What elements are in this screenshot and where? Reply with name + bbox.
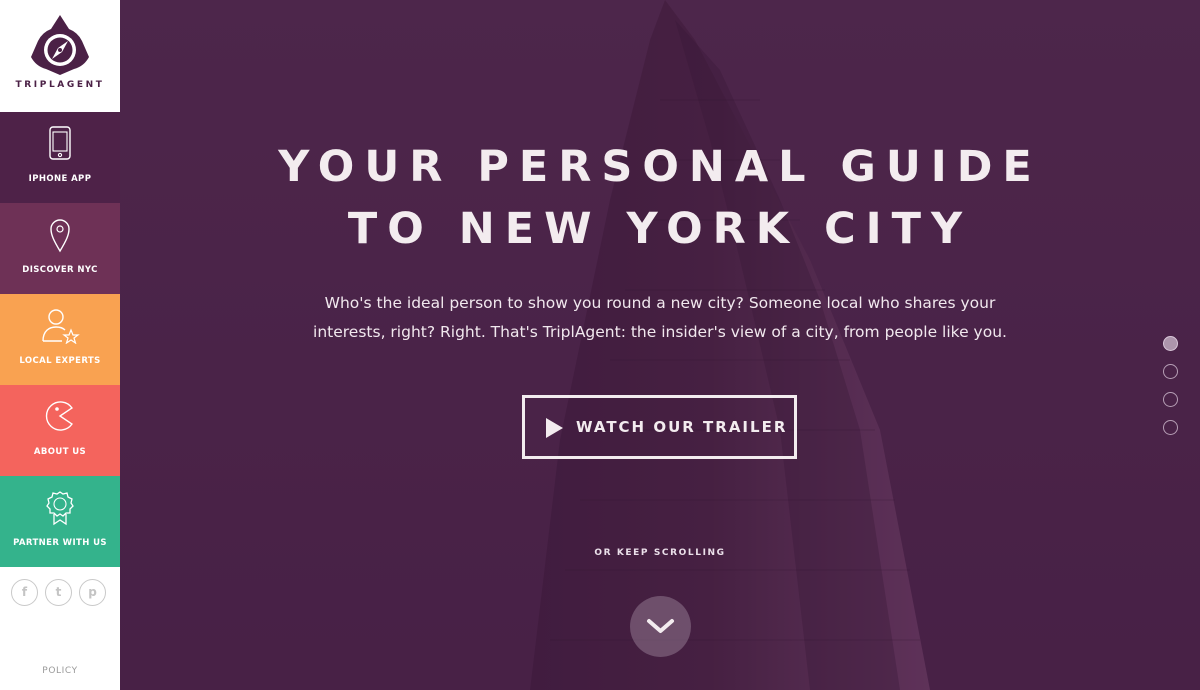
twitter-icon[interactable]: t <box>45 579 72 606</box>
nav-label: IPHONE APP <box>28 174 92 184</box>
watch-trailer-button[interactable]: WATCH OUR TRAILER <box>522 395 797 459</box>
logo[interactable]: TRIPLAGENT <box>0 0 120 112</box>
pagination-dot-3[interactable] <box>1163 392 1178 407</box>
pagination-dot-2[interactable] <box>1163 364 1178 379</box>
scroll-down-button[interactable] <box>630 596 691 657</box>
pinterest-icon[interactable]: p <box>79 579 106 606</box>
nav-item-local-experts[interactable]: LOCAL EXPERTS <box>0 294 120 385</box>
nav-label: ABOUT US <box>33 447 87 457</box>
compass-logo-icon <box>31 15 89 75</box>
nav-label: LOCAL EXPERTS <box>19 356 101 366</box>
facebook-icon[interactable]: f <box>11 579 38 606</box>
nav-item-iphone-app[interactable]: IPHONE APP <box>0 112 120 203</box>
sidebar: TRIPLAGENT IPHONE APP DISCOVER NYC LOCAL… <box>0 0 120 690</box>
phone-icon <box>49 126 71 160</box>
hero-description-line2: interests, right? Right. That's TriplAge… <box>313 323 1007 341</box>
keep-scrolling-label: OR KEEP SCROLLING <box>594 548 726 558</box>
policy-link[interactable]: POLICY <box>0 666 120 676</box>
nav-item-discover-nyc[interactable]: DISCOVER NYC <box>0 203 120 294</box>
nav-label: PARTNER WITH US <box>13 538 107 548</box>
nav-item-partner-with-us[interactable]: PARTNER WITH US <box>0 476 120 567</box>
nav-label: DISCOVER NYC <box>22 265 98 275</box>
hero-headline-line1: YOUR PERSONAL GUIDE <box>278 142 1042 192</box>
hero-section: YOUR PERSONAL GUIDE TO NEW YORK CITY Who… <box>120 0 1200 690</box>
hero-headline-line2: TO NEW YORK CITY <box>347 204 973 254</box>
play-icon <box>546 418 563 438</box>
chevron-down-icon <box>647 619 674 633</box>
nav-item-about-us[interactable]: ABOUT US <box>0 385 120 476</box>
map-pin-icon <box>50 219 70 253</box>
watch-trailer-label: WATCH OUR TRAILER <box>576 418 788 436</box>
pacman-icon <box>45 401 73 431</box>
pagination-dot-4[interactable] <box>1163 420 1178 435</box>
user-star-icon <box>42 309 80 344</box>
brand-name: TRIPLAGENT <box>15 80 105 90</box>
pagination-dot-1[interactable] <box>1163 336 1178 351</box>
flatiron-building-image <box>120 0 1200 690</box>
hero-description-line1: Who's the ideal person to show you round… <box>324 294 996 312</box>
badge-ribbon-icon <box>46 491 74 526</box>
